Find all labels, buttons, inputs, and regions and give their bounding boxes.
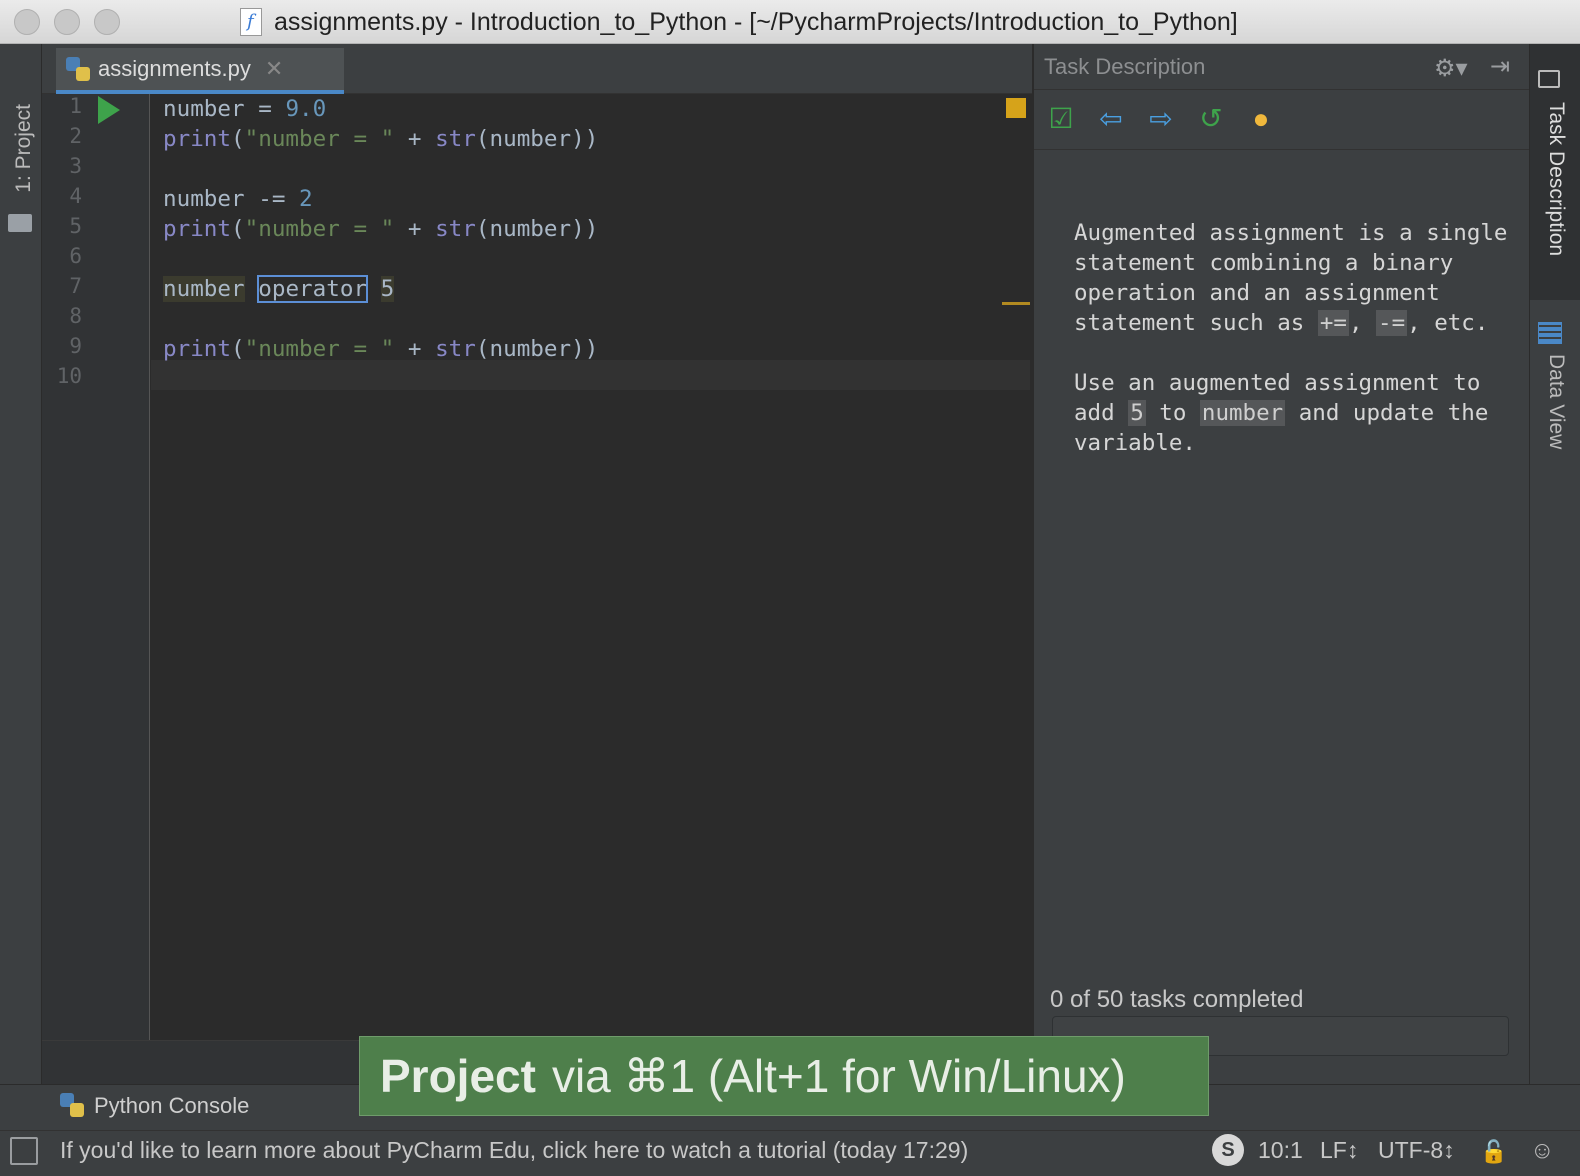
data-view-tab[interactable]: Data View [1544,354,1568,449]
next-task-icon[interactable]: ⇨ [1144,102,1178,136]
answer-placeholder[interactable]: 5 [381,276,395,302]
status-message[interactable]: If you'd like to learn more about PyChar… [60,1137,968,1164]
inspector-icon[interactable]: ☺ [1530,1137,1555,1165]
line-number: 6 [42,244,82,268]
refresh-task-icon[interactable]: ↺ [1194,102,1228,136]
progress-label: 0 of 50 tasks completed [1050,986,1303,1014]
python-file-icon [240,8,262,36]
task-paragraph: Augmented assignment is a single stateme… [1074,218,1514,338]
close-window-button[interactable] [14,9,40,35]
tooltip-shortcut: via ⌘1 (Alt+1 for Win/Linux) [552,1049,1126,1103]
code-line-2: print("number = " + str(number)) [163,124,598,154]
line-separator-selector[interactable]: LF↕ [1320,1137,1358,1164]
python-file-icon [64,55,92,83]
answer-placeholder[interactable]: number [163,276,245,302]
code-line-5: print("number = " + str(number)) [163,214,598,244]
code-editor[interactable]: 1 2 3 4 5 6 7 8 9 10 number = 9.0 print(… [42,94,1032,1040]
line-number: 4 [42,184,82,208]
line-number: 10 [42,364,82,388]
task-panel-header: Task Description ⚙▾ ⇥ [1034,44,1531,90]
caret-position[interactable]: 10:1 [1258,1137,1303,1164]
right-tool-strip: Task Description Data View [1529,44,1580,1084]
line-number: 5 [42,214,82,238]
task-description-text: Augmented assignment is a single stateme… [1074,218,1514,488]
sync-icon[interactable]: S [1212,1134,1244,1166]
keymap-hint-tooltip: Project via ⌘1 (Alt+1 for Win/Linux) [359,1036,1209,1116]
code-line-1: number = 9.0 [163,94,326,124]
line-number: 8 [42,304,82,328]
close-tab-icon[interactable]: ✕ [265,56,283,82]
task-description-panel: Task Description ⚙▾ ⇥ ☑ ⇦ ⇨ ↺ ● Augmente… [1032,44,1529,1084]
code-line-9: print("number = " + str(number)) [163,334,598,364]
window-title: assignments.py - Introduction_to_Python … [240,6,1238,38]
task-description-tab-label: Task Description [1544,102,1568,256]
project-tab-label: 1: Project [12,104,36,224]
lock-icon[interactable]: 🔓 [1480,1139,1507,1165]
window-title-text: assignments.py - Introduction_to_Python … [274,8,1238,37]
tool-windows-toggle-icon[interactable] [10,1137,38,1165]
hide-panel-icon[interactable]: ⇥ [1490,52,1510,81]
previous-task-icon[interactable]: ⇦ [1094,102,1128,136]
current-line-highlight [151,360,1030,390]
line-number: 9 [42,334,82,358]
data-view-grid-icon [1538,322,1562,344]
inspection-status-icon[interactable] [1006,98,1026,118]
task-panel-title: Task Description [1044,54,1205,80]
window-title-bar: assignments.py - Introduction_to_Python … [0,0,1580,44]
code-line-7: number operator 5 [163,274,394,304]
line-number: 2 [42,124,82,148]
task-paragraph: Use an augmented assignment to add 5 to … [1074,368,1514,458]
hint-bulb-icon[interactable]: ● [1244,102,1278,136]
editor-tab-bar: assignments.py ✕ [42,44,1032,94]
line-number: 1 [42,94,82,118]
python-icon [60,1093,86,1119]
python-console-button[interactable]: Python Console [60,1093,249,1119]
minimize-window-button[interactable] [54,9,80,35]
line-number: 3 [42,154,82,178]
warning-stripe-marker[interactable] [1002,302,1030,305]
gear-icon[interactable]: ⚙▾ [1434,54,1468,83]
editor-tab-label: assignments.py [98,56,251,82]
task-toolbar: ☑ ⇦ ⇨ ↺ ● [1034,90,1531,150]
python-console-label: Python Console [94,1093,249,1119]
code-line-4: number -= 2 [163,184,313,214]
run-icon[interactable] [98,96,120,124]
line-number-gutter: 1 2 3 4 5 6 7 8 9 10 [42,94,150,1040]
check-task-icon[interactable]: ☑ [1044,102,1078,136]
editor-tab-assignments[interactable]: assignments.py ✕ [56,48,344,94]
encoding-selector[interactable]: UTF-8↕ [1378,1137,1455,1164]
task-description-icon [1538,70,1560,88]
zoom-window-button[interactable] [94,9,120,35]
folder-icon [8,214,32,232]
answer-placeholder-selected[interactable]: operator [258,276,367,302]
task-description-tool-tab[interactable]: Task Description [1530,44,1580,300]
left-tool-strip: 1: Project [0,44,42,1084]
line-number: 7 [42,274,82,298]
tooltip-action: Project [380,1049,536,1103]
status-bar: If you'd like to learn more about PyChar… [0,1130,1580,1176]
